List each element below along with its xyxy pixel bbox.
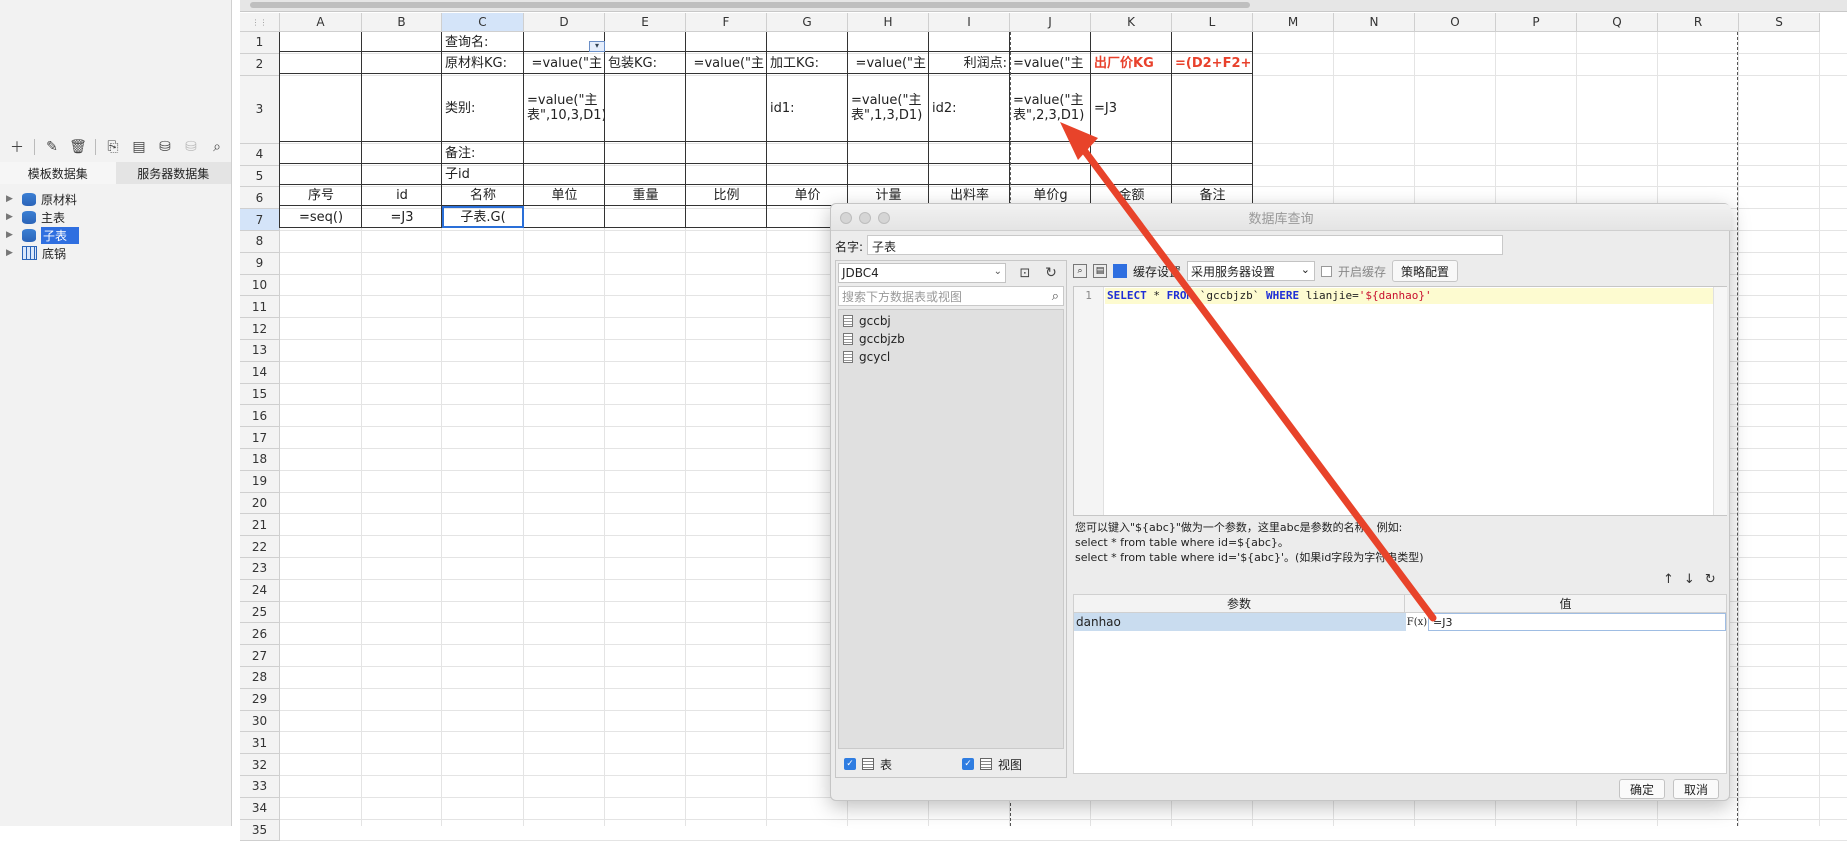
annotation-arrow: [1060, 122, 1437, 622]
arrow-head: [1060, 122, 1098, 160]
arrow-shaft: [1071, 134, 1437, 622]
